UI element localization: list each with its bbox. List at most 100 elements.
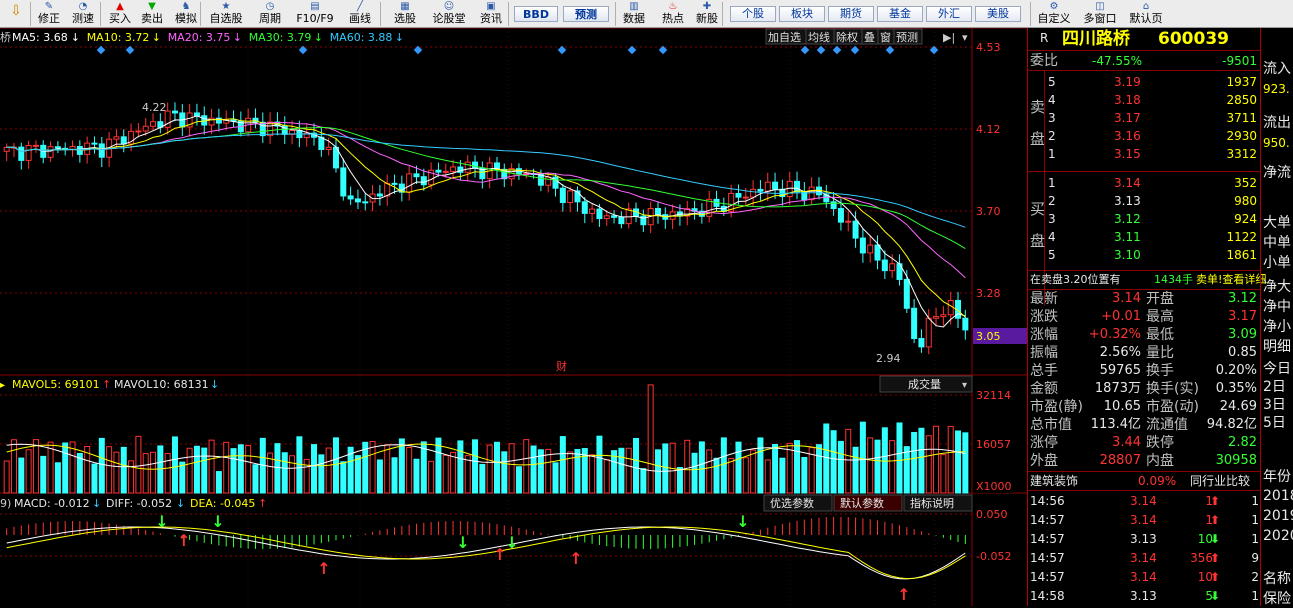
next-page-icon[interactable]: ▶|	[943, 31, 955, 44]
stat-label: 外盘	[1030, 453, 1058, 469]
candle-body	[867, 244, 874, 254]
sell-level-price: 3.18	[1114, 93, 1141, 107]
candle-body	[3, 146, 10, 152]
peer-compare-link[interactable]: 同行业比较	[1190, 472, 1250, 490]
volume-bar	[106, 446, 113, 494]
toolbar-watchlist-button[interactable]: ★ 自选股	[204, 0, 248, 27]
tick-count: 9	[1251, 551, 1259, 565]
volume-bar	[523, 439, 530, 494]
market-tab-3[interactable]: 基金	[877, 6, 923, 22]
chevron-down-icon[interactable]: ▾	[962, 31, 968, 44]
toolbar-data-button[interactable]: ▥ 数据	[618, 0, 650, 27]
event-marker-icon	[125, 45, 135, 55]
macd-tab-2[interactable]: 指标说明	[910, 496, 954, 510]
volume-bar	[786, 442, 793, 494]
golden-cross-arrow-icon: ↑	[569, 549, 582, 568]
toolbar-buy-button[interactable]: ▲ 买入	[104, 0, 136, 27]
candle-body	[318, 136, 325, 150]
event-marker-icon	[627, 45, 637, 55]
macd-tab-1[interactable]: 默认参数	[840, 496, 884, 510]
industry-name[interactable]: 建筑装饰	[1030, 472, 1078, 490]
toolbar-forum-button[interactable]: ☺ 论股堂	[428, 0, 470, 27]
volume-bar	[742, 457, 749, 494]
tick-row: 14:57 3.14 1 ⬆ 1	[1028, 511, 1261, 529]
market-tab-4[interactable]: 外汇	[926, 6, 972, 22]
chart-button-5[interactable]: 预测	[896, 31, 918, 44]
forecast-button[interactable]: 预测	[563, 6, 609, 22]
volume-bar	[47, 441, 54, 494]
toolbar-sell-button[interactable]: ▼ 卖出	[136, 0, 168, 27]
candle-body	[845, 220, 852, 223]
volume-bar	[18, 457, 25, 494]
toolbar-label: 新股	[696, 12, 718, 25]
toolbar-new-stock-button[interactable]: ✚ 新股	[690, 0, 724, 27]
market-tab-1[interactable]: 板块	[779, 6, 825, 22]
fund-flow-label: 2018	[1263, 488, 1293, 504]
toolbar-f10-button[interactable]: ▤ F10/F9	[293, 0, 337, 27]
buy-level-row: 3 3.12 924	[1028, 210, 1261, 228]
candle-body	[874, 244, 881, 261]
stat-value: 3.17	[1228, 309, 1257, 324]
bbd-button[interactable]: BBD	[514, 6, 558, 22]
down-arrow-icon: ↓	[210, 378, 219, 391]
period-icon: ◷	[265, 1, 275, 12]
toolbar-simulate-button[interactable]: ♞ 模拟	[170, 0, 202, 27]
candle-body	[450, 166, 457, 172]
toolbar-period-button[interactable]: ◷ 周期	[254, 0, 286, 27]
toolbar-hot-button[interactable]: ♨ 热点	[658, 0, 688, 27]
volume-bar	[318, 454, 325, 494]
toolbar-stock-picker-button[interactable]: ▦ 选股	[389, 0, 421, 27]
chart-button-0[interactable]: 加自选	[768, 31, 801, 44]
toolbar-multiwindow-button[interactable]: ◫ 多窗口	[1080, 0, 1120, 27]
pending-order-notice[interactable]: 在卖盘3.20位置有 1434手 卖单!查看详细	[1028, 270, 1266, 290]
volume-unit-label: X1000	[976, 480, 1012, 493]
industry-change: 0.09%	[1138, 474, 1177, 488]
toolbar-custom-button[interactable]: ⚙ 自定义	[1034, 0, 1074, 27]
toolbar-separator	[100, 2, 101, 26]
download-arrow-icon[interactable]: ⇩	[6, 0, 26, 27]
toolbar: ⇩ ✎ 修正 ◔ 测速 ▲ 买入 ▼ 卖出 ♞ 模拟 ★ 自选股 ◷ 周期 ▤ F10/F9 ╱ 画线 ▦ 选股 ☺ 论股堂…	[0, 0, 1293, 28]
arrow-up-icon: ⬆	[1210, 570, 1221, 584]
tick-row: 14:57 3.14 356 ⬆ 9	[1028, 549, 1261, 567]
candle-body	[772, 181, 779, 190]
tick-row: 14:58 3.13 5 ⬇ 1	[1028, 587, 1261, 605]
quote-title: R 四川路桥 600039	[1028, 28, 1261, 51]
volume-bar	[398, 438, 405, 494]
volume-bar	[845, 428, 852, 494]
pending-link[interactable]: 卖单!查看详细	[1196, 271, 1266, 289]
volume-bar	[201, 447, 208, 494]
sell-level-volume: 3312	[1226, 147, 1257, 161]
chart-button-1[interactable]: 均线	[808, 30, 830, 44]
buy-level-price: 3.10	[1114, 248, 1141, 262]
candle-body	[171, 110, 178, 114]
candle-body	[933, 316, 940, 319]
chart-button-2[interactable]: 除权	[836, 30, 858, 44]
toolbar-edit-button[interactable]: ✎ 修正	[32, 0, 66, 27]
chevron-down-icon[interactable]: ▾	[962, 380, 967, 391]
chart-button-3[interactable]: 叠	[864, 31, 875, 44]
volume-bar	[472, 439, 479, 494]
stat-label: 流通值	[1146, 417, 1188, 433]
volume-bar	[32, 439, 39, 494]
market-tab-0[interactable]: 个股	[730, 6, 776, 22]
sell-level-price: 3.16	[1114, 129, 1141, 143]
macd-tab-0[interactable]: 优选参数	[770, 496, 814, 510]
toolbar-draw-line-button[interactable]: ╱ 画线	[344, 0, 376, 27]
tick-price: 3.14	[1130, 513, 1157, 527]
volume-toggle-icon[interactable]: ▸	[0, 380, 5, 391]
candle-body	[464, 161, 471, 173]
volume-indicator-dropdown[interactable]: 成交量	[908, 377, 941, 391]
toolbar-news-button[interactable]: ▣ 资讯	[476, 0, 506, 27]
ma-legend-4: MA60: 3.88	[330, 31, 393, 44]
volume-bar	[464, 455, 471, 494]
volume-bar	[369, 440, 376, 494]
market-tab-5[interactable]: 美股	[975, 6, 1021, 22]
toolbar-default-page-button[interactable]: ⌂ 默认页	[1126, 0, 1166, 27]
candle-body	[859, 237, 866, 254]
finance-marker: 财	[556, 359, 567, 373]
chart-button-4[interactable]: 窗	[880, 30, 891, 44]
toolbar-speedtest-button[interactable]: ◔ 测速	[68, 0, 98, 27]
market-tab-2[interactable]: 期货	[828, 6, 874, 22]
tick-time: 14:57	[1030, 513, 1065, 527]
volume-bar	[852, 446, 859, 494]
